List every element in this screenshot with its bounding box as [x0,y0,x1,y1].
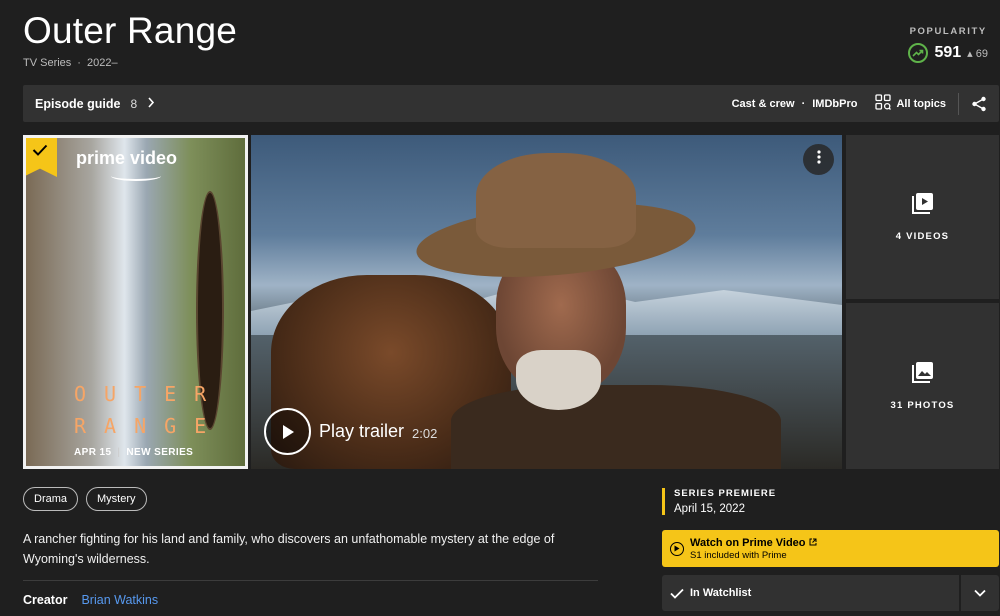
genre-chip[interactable]: Drama [23,487,79,511]
premiere-date: April 15, 2022 [674,503,745,515]
checkmark-icon [670,588,684,599]
watchlist-dropdown-button[interactable] [961,575,999,611]
external-link-icon [809,537,817,549]
popularity-meter[interactable]: POPULARITY 591 ▴ 69 [908,26,988,63]
popularity-label: POPULARITY [909,26,987,37]
genre-chip[interactable]: Mystery [86,487,147,511]
share-icon[interactable] [971,96,987,112]
divider [958,92,959,115]
more-vertical-icon [816,150,821,169]
photos-count-label: 31 PHOTOS [890,400,955,411]
title-type: TV Series [23,57,72,69]
trailer-coat [451,385,781,469]
poster-date-separator: | [117,447,121,458]
premiere-label: SERIES PREMIERE [674,488,777,499]
episode-guide-label: Episode guide [35,96,121,111]
title-years[interactable]: 2022– [87,57,118,69]
videos-tile[interactable]: 4 VIDEOS [846,135,999,299]
section-divider [23,580,598,581]
popularity-delta-value: 69 [975,47,988,60]
title-meta: TV Series · 2022– [23,57,118,69]
poster-title: OUTER RANGE [74,378,224,442]
popularity-value: 591 [934,44,962,61]
photos-tile[interactable]: 31 PHOTOS [846,303,999,469]
poster-date: APR 15 | NEW SERIES [74,447,193,458]
poster-release-date: APR 15 [74,447,112,458]
subnav-links: Cast & crew · IMDbPro All topics [732,92,999,115]
cast-crew-link[interactable]: Cast & crew [732,98,795,110]
creator-label: Creator [23,593,68,607]
chevron-down-icon [974,584,986,602]
grid-icon [875,94,892,113]
watch-text: Watch on Prime Video S1 included with Pr… [690,537,817,561]
play-icon [264,408,311,455]
creator-link[interactable]: Brian Watkins [81,593,158,607]
video-library-icon [911,192,934,219]
play-circle-icon [670,541,684,556]
more-options-button[interactable] [803,144,834,175]
imdbpro-link[interactable]: IMDbPro [812,98,857,110]
chevron-right-icon [147,96,155,111]
watchlist-button[interactable]: In Watchlist [662,575,959,611]
photo-library-icon [911,361,934,388]
trailer-video[interactable]: Play trailer 2:02 [251,135,842,469]
poster[interactable]: prime video OUTER RANGE APR 15 | NEW SER… [23,135,248,469]
caret-up-icon: ▴ [967,47,973,60]
prime-video-logo: prime video [76,148,178,168]
episode-guide-link[interactable]: Episode guide 8 [35,97,155,111]
watch-title-text: Watch on Prime Video [690,536,806,549]
watch-subtitle: S1 included with Prime [690,549,787,561]
popularity-row: 591 ▴ 69 [908,43,988,63]
poster-title-line-1: OUTER [74,382,225,406]
videos-count-label: 4 VIDEOS [895,231,950,242]
trailer-hat-crown [476,153,636,248]
prime-smile-logo [111,171,161,181]
play-trailer-button[interactable]: Play trailer 2:02 [264,408,437,455]
episode-count: 8 [130,96,138,111]
trailer-duration: 2:02 [412,425,438,441]
subnav-bar: Episode guide 8 Cast & crew · IMDbPro Al… [23,85,999,122]
plot-summary: A rancher fighting for his land and fami… [23,532,555,566]
watch-title: Watch on Prime Video [690,537,817,549]
watchlist-label: In Watchlist [690,587,752,599]
genre-chips: Drama Mystery [23,487,147,511]
series-premiere: SERIES PREMIERE April 15, 2022 [662,488,776,515]
trailer-beard [516,350,601,410]
meta-separator: · [77,57,81,69]
page-title: Outer Range [23,10,238,51]
poster-title-line-2: RANGE [74,414,225,438]
play-trailer-label: Play trailer [319,421,405,441]
link-separator: · [801,97,806,110]
creator-row: Creator Brian Watkins [23,593,158,607]
watch-on-prime-button[interactable]: Watch on Prime Video S1 included with Pr… [662,530,999,567]
popularity-delta: ▴ 69 [967,47,988,60]
all-topics-label: All topics [896,97,946,110]
trending-up-icon [908,43,929,63]
all-topics-button[interactable]: All topics [875,94,946,113]
poster-tag: NEW SERIES [126,447,194,458]
